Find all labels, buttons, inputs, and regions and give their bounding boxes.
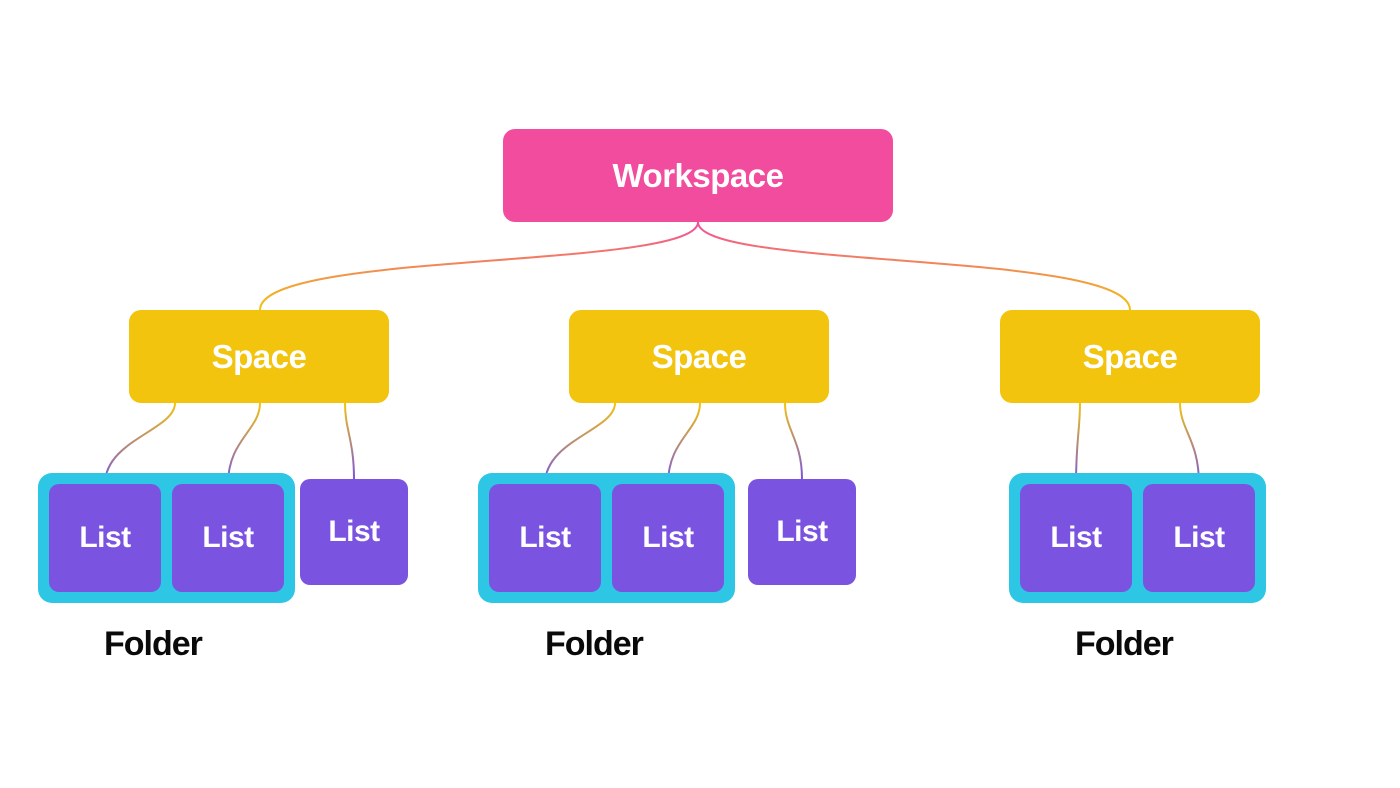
space-label: Space	[1083, 338, 1178, 376]
list-node: List	[1143, 484, 1255, 592]
space-label: Space	[212, 338, 307, 376]
list-label: List	[79, 521, 130, 555]
list-label: List	[776, 515, 827, 549]
hierarchy-diagram: Workspace Space Space Space List List Li…	[0, 0, 1400, 788]
list-label: List	[202, 521, 253, 555]
folder-container: List List	[1009, 473, 1266, 603]
folder-container: List List	[38, 473, 295, 603]
space-node: Space	[1000, 310, 1260, 403]
list-label: List	[519, 521, 570, 555]
list-label: List	[328, 515, 379, 549]
list-node: List	[49, 484, 161, 592]
list-node: List	[612, 484, 724, 592]
list-node: List	[172, 484, 284, 592]
folder-label: Folder	[545, 625, 643, 664]
list-label: List	[1050, 521, 1101, 555]
list-node: List	[1020, 484, 1132, 592]
folder-container: List List	[478, 473, 735, 603]
space-node: Space	[129, 310, 389, 403]
list-node-standalone: List	[300, 479, 408, 585]
workspace-node: Workspace	[503, 129, 893, 222]
list-label: List	[642, 521, 693, 555]
list-node-standalone: List	[748, 479, 856, 585]
workspace-label: Workspace	[613, 157, 784, 195]
list-node: List	[489, 484, 601, 592]
list-label: List	[1173, 521, 1224, 555]
folder-label: Folder	[1075, 625, 1173, 664]
space-label: Space	[652, 338, 747, 376]
folder-label: Folder	[104, 625, 202, 664]
space-node: Space	[569, 310, 829, 403]
